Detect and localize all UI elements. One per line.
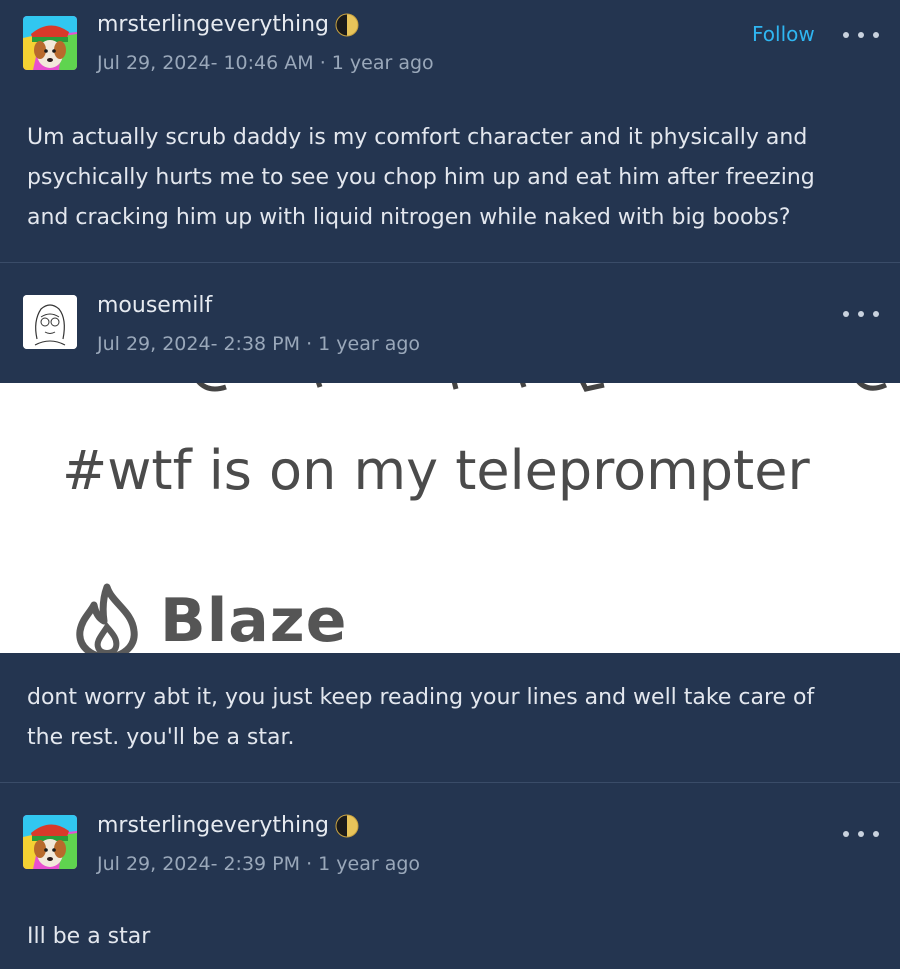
meta-separator: · bbox=[306, 333, 313, 355]
follow-button[interactable]: Follow bbox=[752, 22, 815, 46]
post-text: Um actually scrub daddy is my comfort ch… bbox=[27, 125, 815, 230]
post-meta: Jul 29, 2024- 10:46 AM · 1 year ago bbox=[97, 52, 434, 74]
half-moon-badge-icon bbox=[335, 13, 359, 37]
username[interactable]: mrsterlingeverything bbox=[97, 813, 359, 838]
post-meta: Jul 29, 2024- 2:38 PM · 1 year ago bbox=[97, 333, 420, 355]
colorful-dog-avatar-icon[interactable] bbox=[23, 815, 77, 869]
post-date: Jul 29, 2024- 2:38 PM bbox=[97, 333, 301, 355]
colorful-dog-avatar-icon[interactable] bbox=[23, 16, 77, 70]
username-text[interactable]: mrsterlingeverything bbox=[97, 12, 329, 37]
username[interactable]: mousemilf bbox=[97, 293, 212, 318]
cropped-text-fragment bbox=[196, 383, 888, 392]
username-text[interactable]: mrsterlingeverything bbox=[97, 813, 329, 838]
blaze-brand: Blaze bbox=[72, 583, 347, 653]
sketch-avatar-icon[interactable] bbox=[23, 295, 77, 349]
more-options-icon[interactable] bbox=[843, 829, 879, 839]
username[interactable]: mrsterlingeverything bbox=[97, 12, 359, 37]
post-header: mrsterlingeverything Jul 29, 2024- 2:39 … bbox=[0, 783, 900, 883]
username-text[interactable]: mousemilf bbox=[97, 293, 212, 318]
post-date: Jul 29, 2024- 10:46 AM bbox=[97, 52, 314, 74]
post-meta: Jul 29, 2024- 2:39 PM · 1 year ago bbox=[97, 853, 420, 875]
post-header: mousemilf Jul 29, 2024- 2:38 PM · 1 year… bbox=[0, 263, 900, 383]
blaze-label: Blaze bbox=[160, 586, 348, 653]
post-relative-time: 1 year ago bbox=[318, 333, 421, 355]
image-caption: #wtf is on my teleprompter bbox=[62, 439, 810, 502]
post-3: mrsterlingeverything Jul 29, 2024- 2:39 … bbox=[0, 782, 900, 969]
post-image[interactable]: #wtf is on my teleprompter Blaze bbox=[0, 383, 900, 653]
meta-separator: · bbox=[306, 853, 313, 875]
more-options-icon[interactable] bbox=[843, 309, 879, 319]
post-relative-time: 1 year ago bbox=[318, 853, 421, 875]
meta-separator: · bbox=[319, 52, 326, 74]
post-relative-time: 1 year ago bbox=[331, 52, 434, 74]
flame-icon bbox=[72, 583, 142, 653]
more-options-icon[interactable] bbox=[843, 30, 879, 40]
post-date: Jul 29, 2024- 2:39 PM bbox=[97, 853, 301, 875]
half-moon-badge-icon bbox=[335, 814, 359, 838]
post-header: mrsterlingeverything Jul 29, 2024- 10:46… bbox=[0, 0, 900, 84]
post-text: Ill be a star bbox=[27, 924, 151, 949]
post-1: mrsterlingeverything Jul 29, 2024- 10:46… bbox=[0, 0, 900, 262]
post-2: mousemilf Jul 29, 2024- 2:38 PM · 1 year… bbox=[0, 262, 900, 782]
post-text: dont worry abt it, you just keep reading… bbox=[27, 685, 815, 750]
